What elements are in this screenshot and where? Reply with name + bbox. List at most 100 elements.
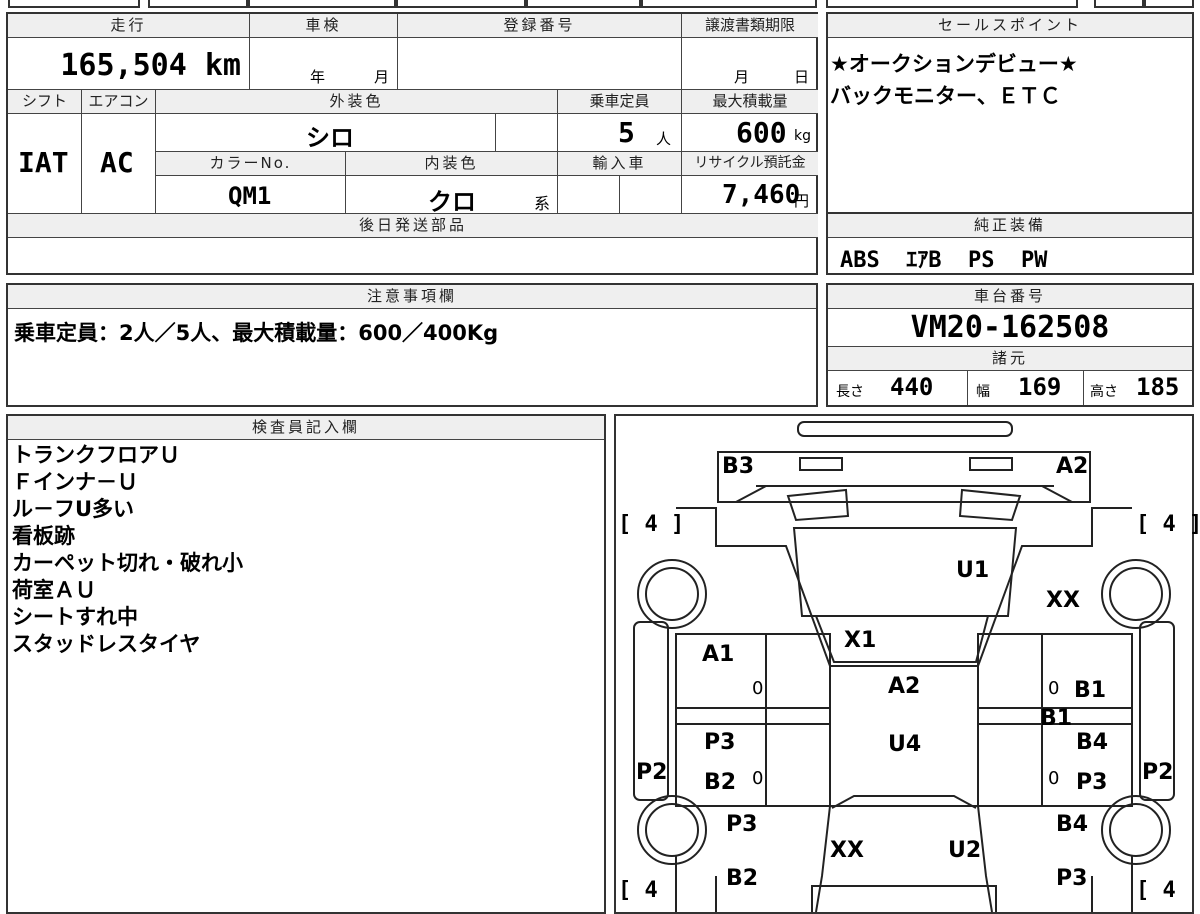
import-cell-a [558,176,620,214]
deadline-month-label: 月 [734,68,750,86]
damage-mark: B4 [1076,730,1109,755]
interior-color-cell: クロ 系 [346,176,558,214]
shift-header: シフト [8,90,82,114]
damage-mark: B2 [704,770,737,795]
damage-mark: P3 [1076,770,1108,795]
inspection-month-label: 月 [374,68,390,86]
recycle-header: リサイクル預託金 [682,152,818,176]
damage-mark: P3 [726,812,758,837]
cut-off-cell [826,0,1078,8]
inspector-line: Ｆインナ－Ｕ [12,470,138,494]
max-load-unit: kg [794,128,811,144]
damage-mark: P3 [704,730,736,755]
vehicle-info-table: 走行 車検 登録番号 譲渡書類期限 165,504 km 年 月 月 日 シフト… [6,12,818,275]
exterior-color-value: シロ [306,124,354,152]
chassis-number-cell: VM20-162508 [828,309,1192,347]
inspector-box: 検査員記入欄 トランクフロアＵ Ｆインナ－Ｕ ル－フU多い 看板跡 カーペット切… [6,414,606,914]
damage-mark: U2 [948,838,982,863]
transfer-deadline-header: 譲渡書類期限 [682,14,818,38]
width-label: 幅 [976,384,990,400]
height-cell: 高さ 185 [1084,371,1192,405]
width-cell: 幅 169 [968,371,1084,405]
dent-size-label: 0 [1048,768,1060,789]
tire-count-rear-left: [ 4 [618,878,658,903]
inspection-cell: 年 月 [250,38,398,90]
mileage-value: 165,504 km [60,48,241,83]
width-value: 169 [1018,373,1062,401]
damage-mark: A1 [702,642,735,667]
damage-mark: A2 [1056,454,1089,479]
aircon-header: エアコン [82,90,156,114]
mileage-header: 走行 [8,14,250,38]
inspector-line: 荷室ＡＵ [12,578,96,602]
recycle-cell: 7,460 円 [682,176,818,214]
tire-count-front-left: [ 4 ] [618,512,685,537]
damage-mark: A2 [888,674,921,699]
tire-count-front-right: [ 4 ] [1136,512,1200,537]
chassis-number-value: VM20-162508 [910,310,1110,345]
registration-header: 登録番号 [398,14,682,38]
cut-off-cell [526,0,641,8]
import-cell-b [620,176,682,214]
cut-off-cell [396,0,526,8]
cut-off-cell [148,0,248,8]
recycle-unit: 円 [794,192,810,210]
damage-mark: X1 [844,628,877,653]
shift-cell: IAT [8,114,82,214]
cut-off-cell [641,0,817,8]
damage-mark: P2 [1142,760,1174,785]
damage-mark: B1 [1040,706,1073,731]
length-cell: 長さ 440 [828,371,968,405]
capacity-header: 乗車定員 [558,90,682,114]
chassis-box: 車台番号 VM20-162508 諸元 長さ 440 幅 169 高さ 185 [826,283,1194,407]
genuine-equipment-header: 純正装備 [828,214,1192,238]
exterior-color-header: 外装色 [156,90,558,114]
cut-off-cell [1094,0,1144,8]
registration-cell [398,38,682,90]
deadline-day-label: 日 [794,68,810,86]
capacity-cell: 5 人 [558,114,682,152]
color-no-value: QM1 [228,182,272,210]
import-header: 輸入車 [558,152,682,176]
mileage-cell: 165,504 km [8,38,250,90]
damage-mark: U4 [888,732,922,757]
exterior-color-cell: シロ [156,114,496,152]
damage-mark: B3 [722,454,755,479]
dent-size-label: 0 [1048,678,1060,699]
inspector-line: スタッドレスタイヤ [12,632,201,656]
notes-box: 注意事項欄 乗車定員：2人／5人、最大積載量：600／400Kg [6,283,818,407]
cut-off-cell [1144,0,1194,8]
later-parts-cell [8,238,818,273]
height-label: 高さ [1090,384,1118,400]
inspector-line: 看板跡 [12,524,75,548]
damage-mark: XX [830,838,864,863]
damage-mark: B4 [1056,812,1089,837]
damage-mark: P3 [1056,866,1088,891]
capacity-unit: 人 [656,130,672,148]
inspector-notes: トランクフロアＵ Ｆインナ－Ｕ ル－フU多い 看板跡 カーペット切れ・破れ小 荷… [12,442,243,658]
damage-mark: XX [1046,588,1080,613]
car-damage-diagram: [ 4 ] [ 4 ] [ 4 [ 4 B3 A2 U1 XX X1 A1 A2… [614,414,1200,914]
damage-mark: B2 [726,866,759,891]
dent-size-label: 0 [752,768,764,789]
inspector-line: カーペット切れ・破れ小 [12,551,243,575]
chassis-header: 車台番号 [828,285,1192,309]
sales-point-line-1: ★オークションデビュー★ [830,52,1078,76]
deadline-cell: 月 日 [682,38,818,90]
spec-header: 諸元 [828,347,1192,371]
interior-suffix: 系 [534,194,551,213]
sales-point-box: セールスポイント ★オークションデビュー★ バックモニター、ＥＴＣ [826,12,1194,214]
tire-count-rear-right: [ 4 [1136,878,1176,903]
genuine-equipment-box: 純正装備 ABS ｴｱB PS PW [826,212,1194,275]
inspector-line: トランクフロアＵ [12,443,180,467]
inspection-header: 車検 [250,14,398,38]
damage-mark: B1 [1074,678,1107,703]
damage-mark: U1 [956,558,990,583]
length-value: 440 [890,373,934,401]
inspection-year-label: 年 [310,68,326,86]
cut-off-cell [248,0,396,8]
inspector-header: 検査員記入欄 [8,416,604,440]
aircon-cell: AC [82,114,156,214]
capacity-value: 5 [618,116,635,149]
max-load-header: 最大積載量 [682,90,818,114]
